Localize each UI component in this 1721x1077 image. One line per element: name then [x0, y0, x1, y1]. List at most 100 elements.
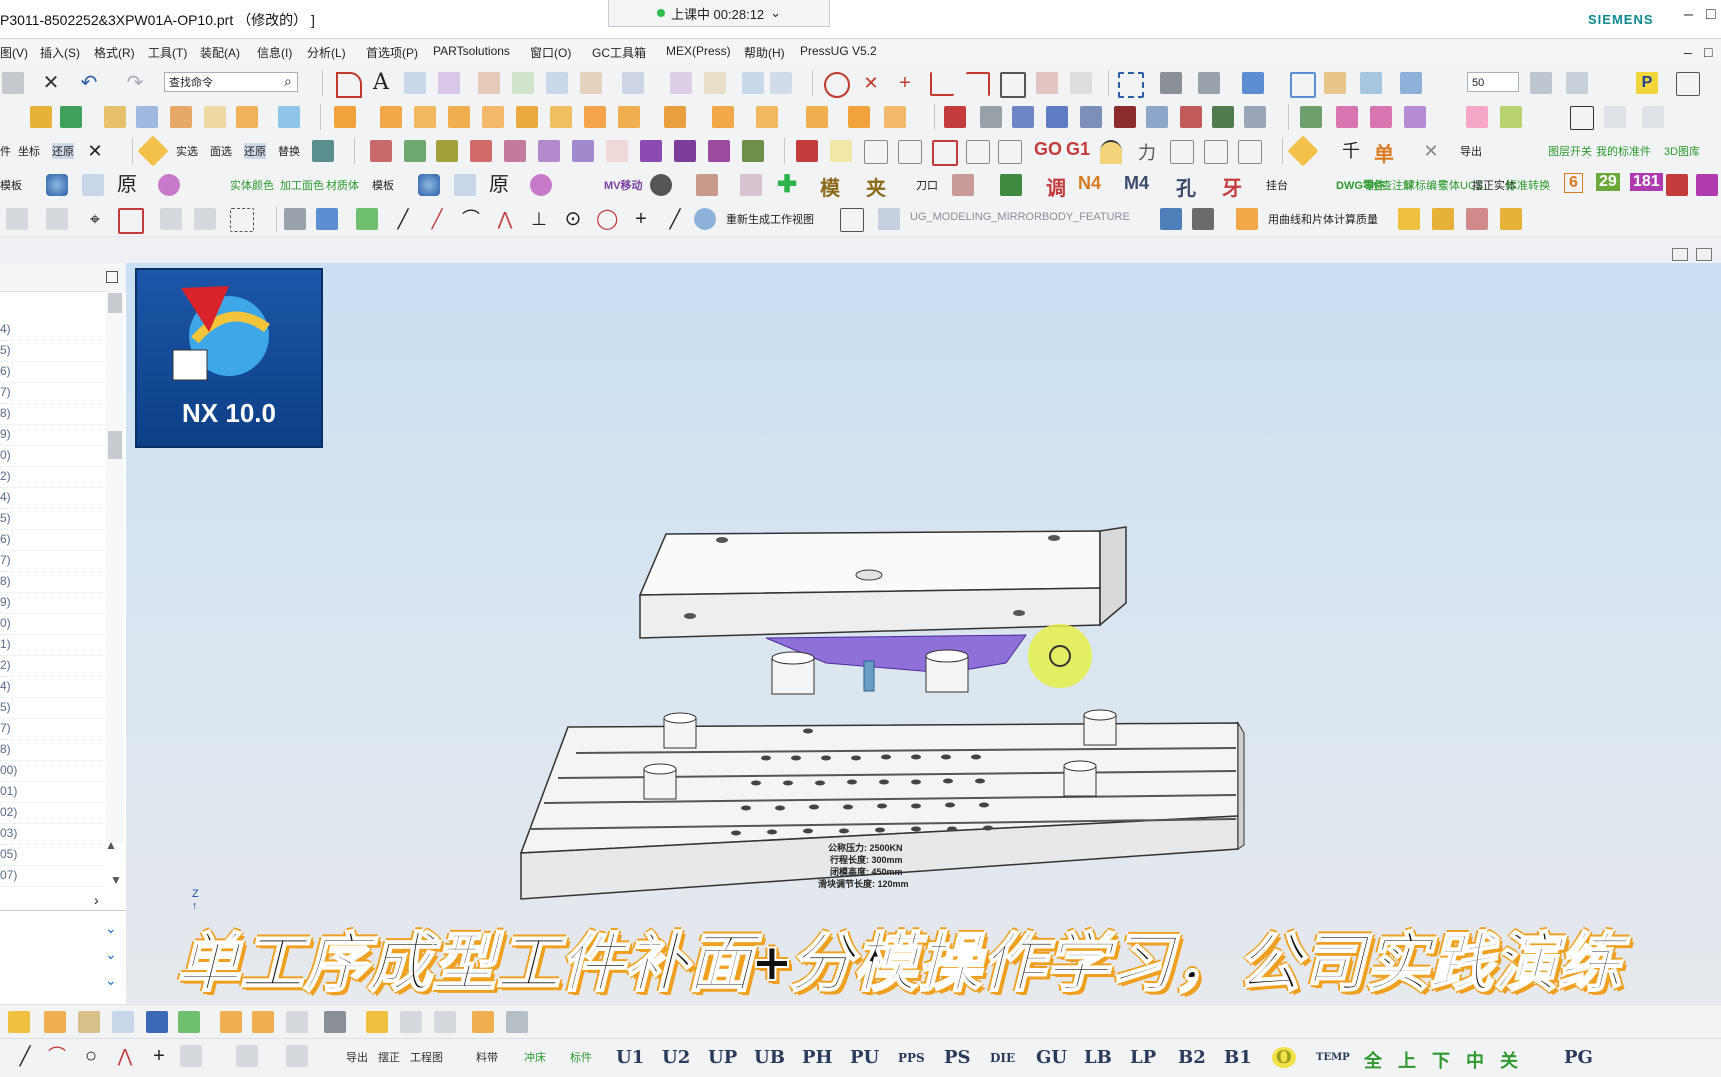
list-item[interactable]: 6) — [0, 529, 106, 551]
restore-face-button[interactable]: 还原 — [244, 143, 266, 159]
circle-tool-icon[interactable]: ○ — [80, 1045, 102, 1067]
explode-icon[interactable] — [204, 106, 226, 128]
up-button[interactable]: UP — [708, 1047, 737, 1068]
gu-button[interactable]: GU — [1036, 1047, 1067, 1068]
assembly-tool-10-icon[interactable] — [324, 1011, 346, 1033]
zoom-select[interactable]: 50 — [1467, 72, 1519, 92]
grid-icon[interactable] — [840, 208, 864, 232]
scroll-thumb-top[interactable] — [108, 293, 122, 313]
list-item[interactable]: 6) — [0, 361, 106, 383]
list-item[interactable]: 8) — [0, 739, 106, 761]
menu-format[interactable]: 格式(R) — [94, 44, 135, 61]
original-icon[interactable]: 原 — [116, 174, 138, 196]
maximize-icon[interactable]: □ — [1706, 6, 1716, 24]
assembly-tool-12-icon[interactable] — [400, 1011, 422, 1033]
list-item[interactable]: 7) — [0, 718, 106, 740]
pps-button[interactable]: PPS — [898, 1051, 925, 1065]
delete-icon[interactable]: ✕ — [40, 72, 62, 94]
menu-tools[interactable]: 工具(T) — [148, 44, 187, 61]
ribbon-restore-icon[interactable]: □ — [1704, 44, 1712, 60]
list-item[interactable]: 4) — [0, 319, 106, 341]
wcs-icon[interactable]: ⌖ — [84, 208, 106, 230]
minimize-icon[interactable]: – — [1684, 6, 1693, 24]
interference-icon[interactable] — [864, 140, 888, 164]
assembly-tool-14-icon[interactable] — [472, 1011, 494, 1033]
cube-blue-icon[interactable] — [316, 208, 338, 230]
cylinder-icon[interactable] — [380, 106, 402, 128]
menu-pressug[interactable]: PressUG V5.2 — [800, 44, 877, 58]
assembly-tool-8-icon[interactable] — [252, 1011, 274, 1033]
strip-button[interactable]: 料带 — [476, 1049, 498, 1065]
select-diamond-icon[interactable] — [137, 135, 169, 167]
box-icon[interactable] — [334, 106, 356, 128]
swirl-2-icon[interactable] — [418, 174, 440, 196]
process-icon[interactable]: 千 — [1340, 140, 1362, 162]
middle-button[interactable]: 中 — [1466, 1047, 1484, 1073]
count-6-button[interactable]: 6 — [1564, 173, 1583, 193]
go-button[interactable]: GO — [1034, 139, 1062, 160]
m4-button[interactable]: M4 — [1124, 173, 1149, 194]
rotate-wcs-icon[interactable] — [194, 208, 216, 230]
text-icon[interactable]: A — [370, 72, 392, 94]
assembly-tool-11-icon[interactable] — [366, 1011, 388, 1033]
menu-partsolutions[interactable]: PARTsolutions — [433, 44, 510, 58]
p20-icon[interactable] — [436, 140, 458, 162]
coordinate-button[interactable]: 坐标 — [18, 143, 40, 159]
midpoint-icon[interactable]: ╱ — [426, 208, 448, 230]
revolve-icon[interactable] — [516, 106, 538, 128]
list-item[interactable]: 9) — [0, 592, 106, 614]
pad-icon[interactable] — [664, 106, 686, 128]
single-button[interactable]: 单 — [1374, 138, 1394, 167]
fit-view-icon[interactable] — [1118, 72, 1144, 98]
slot-icon[interactable] — [712, 106, 734, 128]
compute-mass-button[interactable]: 用曲线和片体计算质量 — [1268, 211, 1378, 227]
hang-table-button[interactable]: 挂台 — [1266, 177, 1288, 193]
graphics-window[interactable]: 公称压力: 2500KN 行程长度: 300mm 闭模高度: 450mm 滑块调… — [126, 263, 1721, 1003]
hole-3-button[interactable]: 孔 — [1176, 172, 1196, 201]
circle-curve-icon[interactable] — [824, 72, 850, 98]
command-search-input[interactable]: 查找命令 — [164, 72, 298, 92]
add-component-icon[interactable] — [60, 106, 82, 128]
assembly-tool-2-icon[interactable] — [44, 1011, 66, 1033]
template-2-button[interactable]: 模板 — [372, 177, 394, 193]
add-icon[interactable]: ✚ — [776, 173, 798, 197]
pu-button[interactable]: PU — [850, 1047, 879, 1068]
d2-icon[interactable] — [504, 140, 526, 162]
list-item[interactable]: 5) — [0, 508, 106, 530]
regen-work-view-button[interactable]: 重新生成工作视图 — [726, 211, 814, 227]
arc-point-icon[interactable]: ⌒ — [460, 208, 482, 230]
quadrant-point-icon[interactable]: ◯ — [596, 208, 618, 230]
pillar-icon[interactable] — [1012, 106, 1034, 128]
select-region-icon[interactable] — [118, 208, 144, 234]
face-stretch-icon[interactable] — [740, 174, 762, 196]
point-tool-icon[interactable]: + — [148, 1045, 170, 1067]
assembly-tool-9-icon[interactable] — [286, 1011, 308, 1033]
project-curve-icon[interactable] — [546, 72, 568, 94]
chevron-right-icon[interactable]: › — [94, 892, 99, 908]
list-item[interactable]: 03) — [0, 823, 106, 845]
nx-desktop-icon[interactable]: NX 10.0 — [135, 268, 323, 448]
snap-2-icon[interactable] — [46, 208, 68, 230]
standard-part-icon[interactable] — [742, 140, 764, 162]
pocket-icon[interactable] — [618, 106, 640, 128]
point-icon[interactable]: + — [894, 72, 916, 94]
block-icon[interactable] — [952, 174, 974, 196]
machining-color-button[interactable]: 加工面色 — [280, 177, 324, 193]
list-item[interactable]: 4) — [0, 487, 106, 509]
maximize-panel-icon[interactable] — [106, 271, 118, 283]
a3-size-icon[interactable] — [370, 140, 392, 162]
regen-view-icon[interactable] — [694, 208, 716, 230]
extrude-icon[interactable] — [482, 106, 504, 128]
split-body-icon[interactable] — [742, 72, 764, 94]
restore-button[interactable]: 还原 — [52, 143, 74, 159]
face-view-icon[interactable] — [1198, 72, 1220, 94]
b2-button[interactable]: B2 — [1178, 1047, 1206, 1068]
list-item[interactable]: 7) — [0, 550, 106, 572]
snap-icon[interactable] — [6, 208, 28, 230]
swirl-icon[interactable] — [46, 174, 68, 196]
export-tool-button[interactable]: 导出 — [346, 1049, 368, 1065]
point-on-curve-icon[interactable]: ╱ — [664, 208, 686, 230]
cr8-icon[interactable] — [470, 140, 492, 162]
ruler-icon[interactable] — [1432, 208, 1454, 230]
view-restore-icon[interactable] — [1672, 248, 1688, 261]
